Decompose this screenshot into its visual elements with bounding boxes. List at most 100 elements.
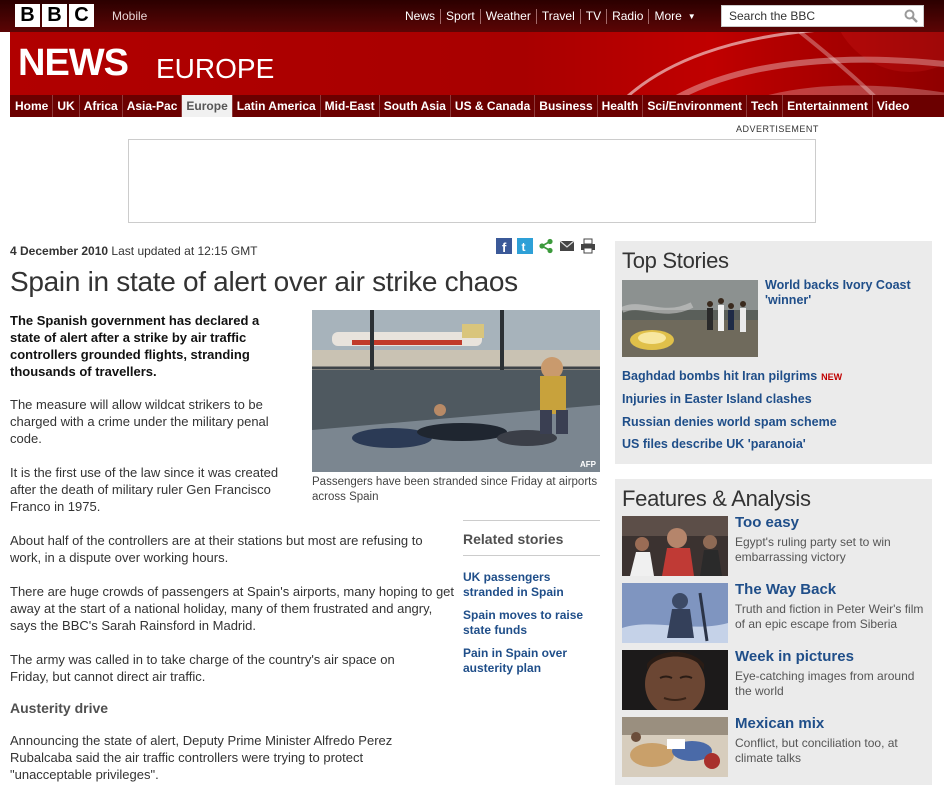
features-panel: Features & Analysis Too easy Egypt's rul…: [615, 479, 932, 785]
search-icon[interactable]: [904, 9, 918, 23]
feature-text-too-easy: Egypt's ruling party set to win embarras…: [735, 535, 891, 564]
article-intro: The Spanish government has declared a st…: [10, 313, 260, 379]
feature-image-week-in-pictures[interactable]: [622, 650, 728, 710]
caret-down-icon: ▼: [687, 12, 696, 21]
advert-label: ADVERTISEMENT: [736, 124, 819, 134]
nav-radio[interactable]: Radio: [607, 9, 650, 24]
related-link-spain-state-funds[interactable]: Spain moves to raise state funds: [463, 608, 600, 638]
svg-text:t: t: [522, 240, 526, 254]
section-nav: Home UK Africa Asia-Pac Europe Latin Ame…: [10, 95, 944, 117]
top-story-link-4[interactable]: US files describe UK 'paranoia': [622, 437, 806, 451]
nav-travel[interactable]: Travel: [537, 9, 581, 24]
article-paragraph-6: Announcing the state of alert, Deputy Pr…: [10, 733, 393, 782]
photo-caption: Passengers have been stranded since Frid…: [312, 476, 598, 503]
global-nav: News Sport Weather Travel TV Radio More ▼: [405, 9, 701, 24]
advert-slot[interactable]: [128, 139, 816, 223]
search-input[interactable]: Search the BBC: [721, 5, 924, 27]
feature-title-the-way-back[interactable]: The Way Back: [735, 581, 836, 598]
new-badge: NEW: [821, 372, 843, 382]
nav-tv[interactable]: TV: [581, 9, 608, 24]
logo-letter-c: C: [69, 4, 94, 27]
svg-text:f: f: [502, 240, 507, 254]
mobile-link[interactable]: Mobile: [112, 9, 147, 23]
bbc-logo[interactable]: B B C: [15, 4, 94, 27]
section-mid-east[interactable]: Mid-East: [321, 95, 380, 117]
section-uk[interactable]: UK: [53, 95, 80, 117]
feature-title-too-easy[interactable]: Too easy: [735, 514, 799, 531]
article-date: 4 December 2010: [10, 244, 109, 258]
section-us-canada[interactable]: US & Canada: [451, 95, 536, 117]
article-subhead: Austerity drive: [10, 700, 109, 716]
article-main-photo: AFP: [312, 310, 600, 472]
related-link-uk-passengers[interactable]: UK passengers stranded in Spain: [463, 570, 600, 600]
article-paragraph-3: About half of the controllers are at the…: [10, 533, 423, 565]
email-icon[interactable]: [559, 238, 575, 254]
print-icon[interactable]: [580, 238, 596, 254]
feature-title-week-in-pictures[interactable]: Week in pictures: [735, 648, 854, 665]
section-europe[interactable]: Europe: [182, 95, 233, 117]
top-story-image[interactable]: [622, 280, 758, 357]
section-business[interactable]: Business: [535, 95, 598, 117]
top-stories-panel: Top Stories World backs Ivory Coast 'win…: [615, 241, 932, 464]
nav-weather[interactable]: Weather: [481, 9, 537, 24]
nav-news[interactable]: News: [405, 9, 442, 24]
facebook-icon[interactable]: f: [496, 238, 512, 254]
article-paragraph-2: It is the first use of the law since it …: [10, 465, 279, 514]
related-stories-title: Related stories: [463, 521, 600, 556]
feature-text-the-way-back: Truth and fiction in Peter Weir's film o…: [735, 602, 924, 631]
section-sci-environment[interactable]: Sci/Environment: [643, 95, 748, 117]
related-stories: Related stories UK passengers stranded i…: [463, 520, 600, 676]
masthead-swirl-graphic: [626, 32, 944, 95]
photo-credit: AFP: [580, 460, 596, 469]
week-in-pictures-image: [622, 650, 728, 710]
feature-item[interactable]: Mexican mix Conflict, but conciliation t…: [622, 715, 928, 777]
nav-more[interactable]: More ▼: [649, 9, 700, 24]
article-paragraph-1: The measure will allow wildcat strikers …: [10, 397, 269, 446]
logo-letter-b2: B: [42, 4, 67, 27]
section-home[interactable]: Home: [10, 95, 54, 117]
top-story-link-3[interactable]: Russian denies world spam scheme: [622, 415, 837, 429]
feature-item[interactable]: Week in pictures Eye-catching images fro…: [622, 648, 928, 710]
section-health[interactable]: Health: [598, 95, 644, 117]
article-paragraph-4: There are huge crowds of passengers at S…: [10, 584, 455, 633]
section-asia-pac[interactable]: Asia-Pac: [123, 95, 183, 117]
logo-letter-b1: B: [15, 4, 40, 27]
feature-text-mexican-mix: Conflict, but conciliation too, at clima…: [735, 736, 898, 765]
top-story-link-1[interactable]: Baghdad bombs hit Iran pilgrims NEW: [622, 369, 842, 383]
top-story-link-2[interactable]: Injuries in Easter Island clashes: [622, 392, 812, 406]
section-latin-america[interactable]: Latin America: [233, 95, 321, 117]
article-paragraph-5: The army was called in to take charge of…: [10, 652, 395, 684]
feature-item[interactable]: Too easy Egypt's ruling party set to win…: [622, 514, 928, 576]
features-title: Features & Analysis: [622, 486, 811, 511]
feature-image-the-way-back[interactable]: [622, 583, 728, 643]
section-africa[interactable]: Africa: [80, 95, 123, 117]
top-story-lead-link[interactable]: World backs Ivory Coast 'winner': [765, 278, 925, 308]
twitter-icon[interactable]: t: [517, 238, 533, 254]
section-video[interactable]: Video: [873, 95, 913, 117]
egypt-crowd-image: [622, 516, 728, 576]
feature-item[interactable]: The Way Back Truth and fiction in Peter …: [622, 581, 928, 643]
nav-sport[interactable]: Sport: [441, 9, 481, 24]
search-placeholder: Search the BBC: [729, 9, 816, 23]
share-tools: f t: [496, 238, 596, 254]
top-stories-title: Top Stories: [622, 248, 729, 273]
section-south-asia[interactable]: South Asia: [380, 95, 451, 117]
masthead-section: EUROPE: [156, 53, 275, 84]
share-icon[interactable]: [538, 238, 554, 254]
global-header: B B C Mobile News Sport Weather Travel T…: [0, 0, 944, 32]
climate-talks-image: [622, 717, 728, 777]
article-dateline: 4 December 2010 Last updated at 12:15 GM…: [10, 244, 258, 258]
siberia-snow-image: [622, 583, 728, 643]
section-tech[interactable]: Tech: [747, 95, 784, 117]
top-story-link-1-text: Baghdad bombs hit Iran pilgrims: [622, 369, 818, 383]
related-link-pain-in-spain[interactable]: Pain in Spain over austerity plan: [463, 646, 600, 676]
feature-text-week-in-pictures: Eye-catching images from around the worl…: [735, 669, 915, 698]
news-masthead: NEWS EUROPE: [10, 32, 944, 95]
airport-terminal-image: [312, 310, 600, 472]
section-entertainment[interactable]: Entertainment: [783, 95, 873, 117]
article-updated: Last updated at 12:15 GMT: [111, 244, 258, 258]
feature-title-mexican-mix[interactable]: Mexican mix: [735, 715, 824, 732]
masthead-news[interactable]: NEWS: [18, 42, 129, 85]
feature-image-mexican-mix[interactable]: [622, 717, 728, 777]
feature-image-too-easy[interactable]: [622, 516, 728, 576]
